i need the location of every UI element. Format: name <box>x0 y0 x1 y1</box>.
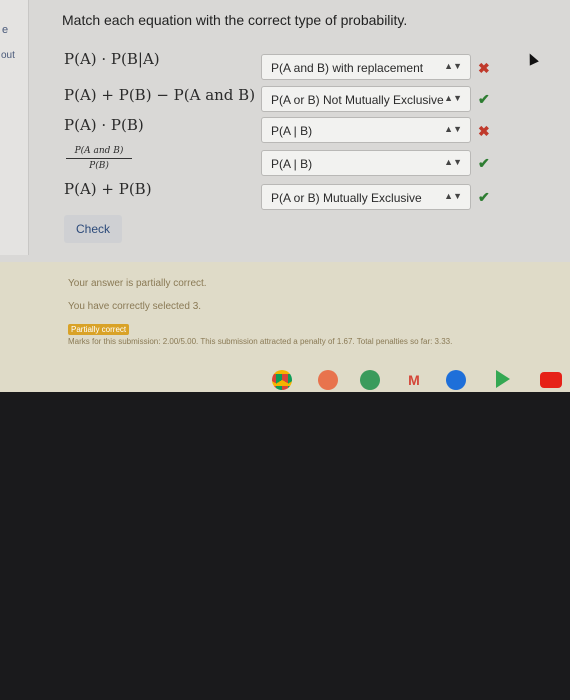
left-panel-label-bottom[interactable]: out <box>1 50 15 61</box>
left-panel: e out <box>0 0 29 255</box>
select-arrows-icon: ▲▼ <box>444 93 462 103</box>
equation-4: P(A and B) P(B) <box>66 146 132 171</box>
select-arrows-icon: ▲▼ <box>444 124 462 134</box>
correct-icon: ✔ <box>478 155 490 171</box>
select-arrows-icon: ▲▼ <box>444 191 462 201</box>
classroom-icon[interactable] <box>360 370 380 390</box>
answer-select-5[interactable]: P(A or B) Mutually Exclusive ▲▼ <box>261 184 471 210</box>
marks-summary: Marks for this submission: 2.00/5.00. Th… <box>68 337 453 346</box>
files-icon[interactable] <box>446 370 466 390</box>
answer-select-4[interactable]: P(A | B) ▲▼ <box>261 150 471 176</box>
answer-select-2[interactable]: P(A or B) Not Mutually Exclusive ▲▼ <box>261 86 471 112</box>
feedback-count: You have correctly selected 3. <box>68 301 202 312</box>
select-arrows-icon: ▲▼ <box>444 157 462 167</box>
equation-4-denominator: P(B) <box>89 161 109 171</box>
feedback-result: Your answer is partially correct. <box>68 278 207 289</box>
check-button[interactable]: Check <box>64 215 122 243</box>
answer-select-1[interactable]: P(A and B) with replacement ▲▼ <box>261 54 471 80</box>
os-shelf: M <box>0 365 570 392</box>
left-panel-label-top: e <box>2 24 9 36</box>
incorrect-icon: ✖ <box>478 60 490 76</box>
incorrect-icon: ✖ <box>478 123 490 139</box>
screen: e out Match each equation with the corre… <box>0 0 570 392</box>
equation-1: P(A) · P(B|A) <box>64 50 160 68</box>
status-badge: Partially correct <box>68 324 130 335</box>
correct-icon: ✔ <box>478 189 490 205</box>
equation-5: P(A) + P(B) <box>64 180 152 198</box>
answer-select-5-value: P(A or B) Mutually Exclusive <box>271 191 422 205</box>
gmail-icon[interactable]: M <box>404 370 424 390</box>
answer-select-3[interactable]: P(A | B) ▲▼ <box>261 117 471 143</box>
answer-select-1-value: P(A and B) with replacement <box>271 61 424 75</box>
answer-select-4-value: P(A | B) <box>271 157 313 171</box>
chrome-icon[interactable] <box>272 370 292 390</box>
question-prompt: Match each equation with the correct typ… <box>62 12 408 28</box>
play-store-icon[interactable] <box>496 370 510 388</box>
answer-select-2-value: P(A or B) Not Mutually Exclusive <box>271 93 444 107</box>
answer-select-3-value: P(A | B) <box>271 124 313 138</box>
photos-icon[interactable] <box>318 370 338 390</box>
correct-icon: ✔ <box>478 91 490 107</box>
equation-2: P(A) + P(B) − P(A and B) <box>64 86 256 104</box>
equation-4-numerator: P(A and B) <box>66 146 132 159</box>
youtube-icon[interactable] <box>540 372 562 388</box>
mouse-cursor-icon <box>525 51 539 66</box>
select-arrows-icon: ▲▼ <box>444 61 462 71</box>
equation-3: P(A) · P(B) <box>64 116 144 134</box>
